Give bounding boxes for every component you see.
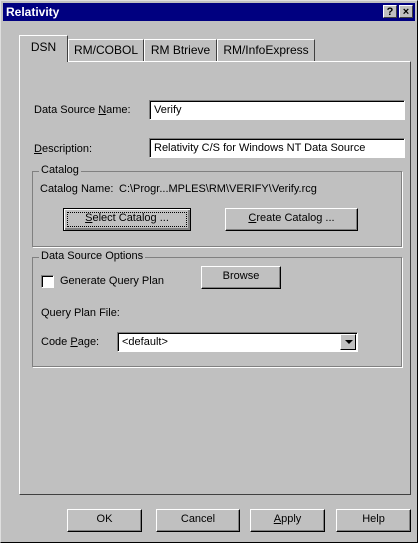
window-title: Relativity [6,5,60,19]
catalog-group: Catalog Catalog Name: C:\Progr...MPLES\R… [32,164,402,247]
create-catalog-button[interactable]: Create Catalog ... [225,208,358,231]
tab-rm-cobol[interactable]: RM/COBOL [68,39,144,61]
apply-button[interactable]: Apply [250,509,325,532]
tab-label: DSN [30,40,57,54]
description-label: Description: [34,143,93,155]
code-page-select[interactable]: <default> [117,332,358,352]
focus-indicator [67,212,187,227]
chevron-down-icon [345,340,353,344]
help-icon[interactable]: ? [383,5,397,18]
query-plan-file-label: Query Plan File: [41,307,120,319]
dsn-tab-panel: Data Source Name: Verify Description: Re… [19,61,411,495]
code-page-value: <default> [122,336,168,348]
code-page-label: Code Page: [41,336,100,348]
select-catalog-button[interactable]: Select Catalog ... [63,208,191,231]
catalog-name-label: Catalog Name: [40,183,114,195]
tab-label: RM/COBOL [73,43,138,57]
data-source-name-label: Data Source Name: [34,104,131,116]
close-icon[interactable]: × [399,5,413,18]
help-button[interactable]: Help [336,509,411,532]
tab-rm-infoexpress[interactable]: RM/InfoExpress [217,39,315,61]
data-source-name-input[interactable]: Verify [149,100,405,120]
generate-query-plan-label: Generate Query Plan [60,275,164,287]
tab-label: RM Btrieve [150,43,211,57]
browse-button[interactable]: Browse [201,266,281,289]
options-group-title: Data Source Options [39,250,146,262]
data-source-options-group: Data Source Options Generate Query Plan … [32,250,402,367]
title-bar[interactable]: Relativity ? × [3,3,415,21]
catalog-group-title: Catalog [39,164,81,176]
ok-button[interactable]: OK [67,509,142,532]
cancel-button[interactable]: Cancel [156,509,240,532]
dropdown-arrow-button[interactable] [340,334,356,350]
tab-label: RM/InfoExpress [223,43,309,57]
description-input[interactable]: Relativity C/S for Windows NT Data Sourc… [149,138,405,158]
tab-dsn[interactable]: DSN [19,35,68,62]
dialog-window: Relativity ? × DSN RM/COBOL RM Btrieve R… [0,0,418,543]
catalog-name-value: C:\Progr...MPLES\RM\VERIFY\Verify.rcg [119,183,317,195]
tab-rm-btrieve[interactable]: RM Btrieve [144,39,217,61]
generate-query-plan-checkbox[interactable] [41,275,54,288]
